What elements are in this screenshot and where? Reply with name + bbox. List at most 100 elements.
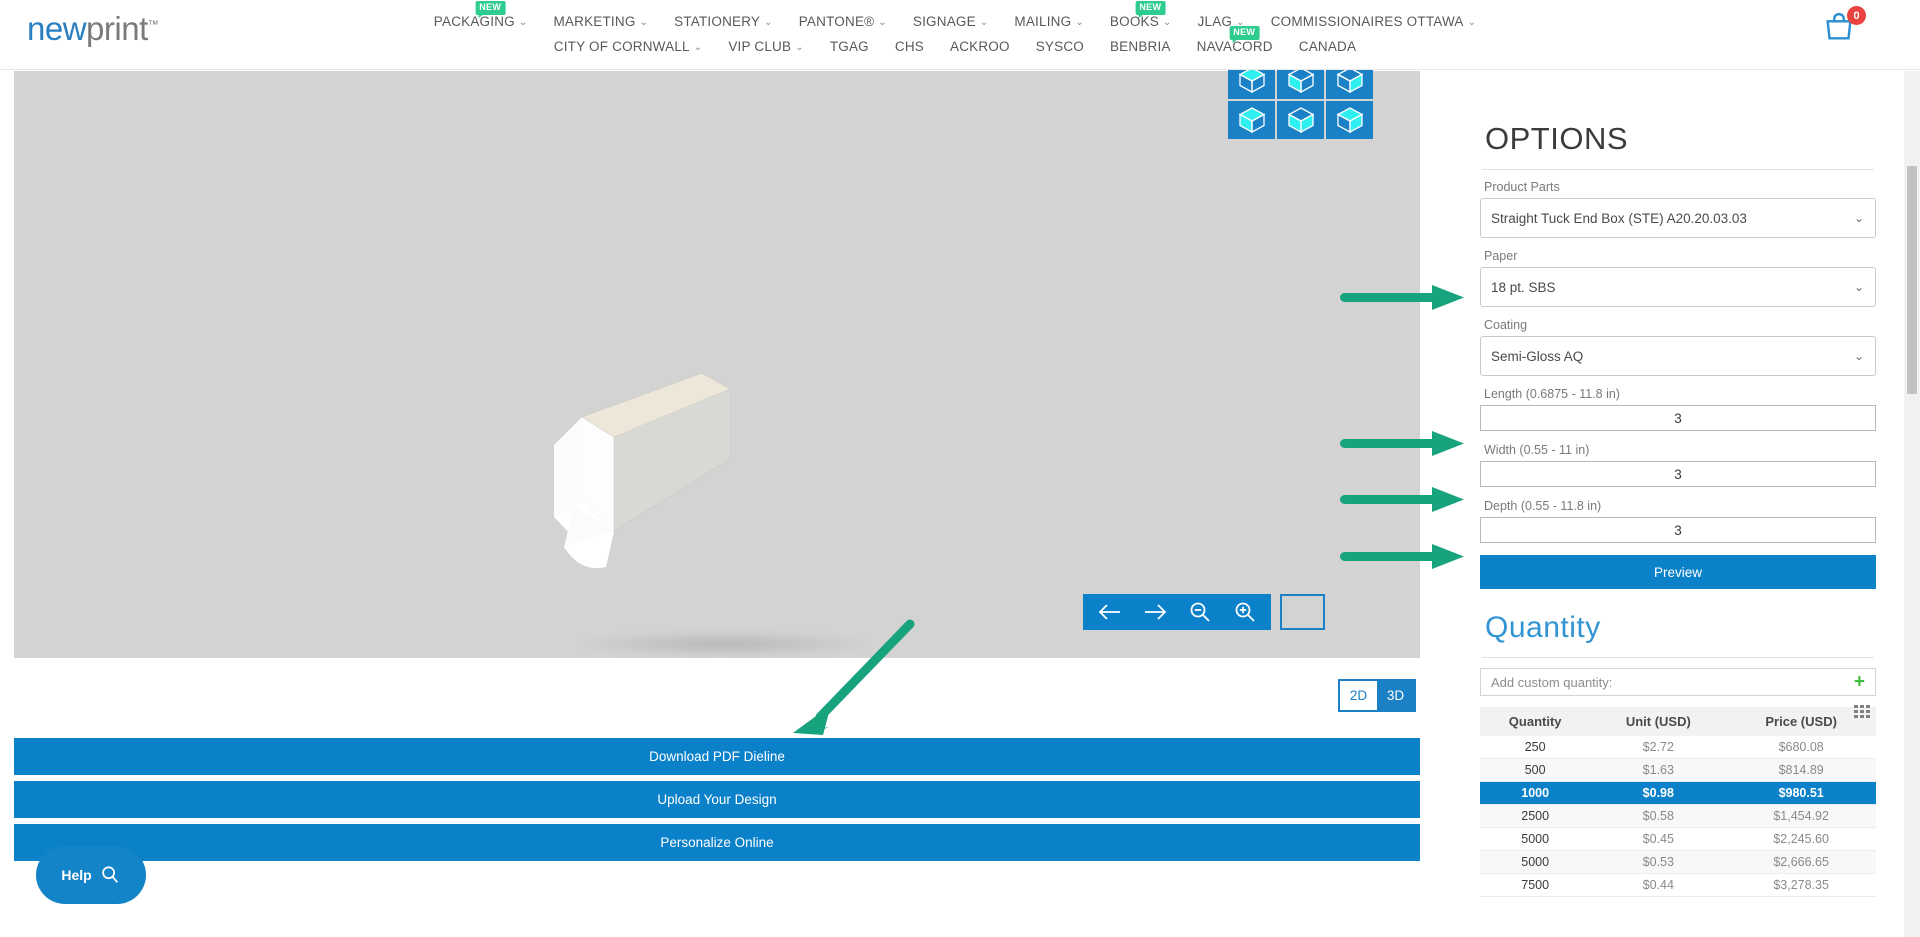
table-body: 250 $2.72 $680.08 500 $1.63 $814.89 1000 $0.98 $… [1480,736,1876,897]
cell-price: $3,278.35 [1726,873,1876,897]
nav-item-sysco[interactable]: SYSCO [1023,39,1097,54]
main-navigation: PACKAGING ⌄ NEW MARKETING ⌄ STATIONERY ⌄ PANTON… [430,0,1480,62]
chevron-down-icon: ⌄ [878,17,887,28]
select-product-parts[interactable]: Straight Tuck End Box (STE) A20.20.03.03… [1480,198,1876,238]
chevron-down-icon: ⌄ [979,17,989,28]
site-logo[interactable]: newprint™ [27,6,159,48]
select-value: Semi-Gloss AQ [1491,348,1584,364]
view-cube-bottom-center[interactable] [1277,101,1324,139]
nav-item-label: PACKAGING [433,14,515,29]
view-cube-bottom-left[interactable] [1228,101,1275,139]
nav-item-mailing[interactable]: MAILING ⌄ [1001,14,1097,29]
nav-item-books[interactable]: BOOKS ⌄ NEW [1097,1,1185,29]
upload-your-design-button[interactable]: Upload Your Design [14,781,1420,818]
zoom-in-button[interactable] [1222,594,1267,630]
input-length[interactable]: 3 [1480,405,1876,431]
page-scrollbar-thumb[interactable] [1907,166,1917,394]
nav-item-benbria[interactable]: BENBRIA [1097,39,1184,54]
custom-quantity-input[interactable]: Add custom quantity: + [1480,668,1876,696]
nav-item-chs[interactable]: CHS [882,39,937,54]
cell-qty: 1000 [1480,781,1591,805]
previous-view-button[interactable] [1087,594,1132,630]
column-header: Unit (USD) [1590,707,1727,736]
product-3d-viewer[interactable] [14,61,1420,658]
table-row[interactable]: 1000 $0.98 $980.51 [1480,781,1876,805]
zoom-out-icon [1190,602,1210,622]
nav-item-tgag[interactable]: TGAG [817,39,882,54]
select-paper[interactable]: 18 pt. SBS ⌄ [1480,267,1876,307]
chevron-down-icon: ⌄ [518,17,528,28]
nav-item-marketing[interactable]: MARKETING ⌄ [540,14,661,29]
logo-text-new: new [27,10,87,47]
viewer-toolbar-group [1083,594,1271,630]
nav-item-vip-club[interactable]: VIP CLUB ⌄ [715,39,816,54]
input-depth[interactable]: 3 [1480,517,1876,543]
nav-item-label: CANADA [1298,39,1357,54]
nav-item-label: CHS [894,39,924,54]
nav-item-stationery[interactable]: STATIONERY ⌄ [661,14,786,29]
nav-item-city-of-cornwall[interactable]: CITY OF CORNWALL ⌄ [541,39,716,54]
table-row[interactable]: 500 $1.63 $814.89 [1480,758,1876,782]
quantity-panel-title: Quantity [1485,611,1601,644]
cell-price: $680.08 [1726,736,1876,759]
nav-item-navacord[interactable]: NAVACORD NEW [1184,26,1286,54]
table-row[interactable]: 7500 $0.44 $3,278.35 [1480,873,1876,897]
fit-to-screen-button[interactable] [1280,594,1325,630]
table-row[interactable]: 250 $2.72 $680.08 [1480,736,1876,759]
chevron-down-icon: ⌄ [1467,17,1477,28]
nav-row-primary: PACKAGING ⌄ NEW MARKETING ⌄ STATIONERY ⌄ PANTON… [430,0,1480,32]
nav-item-canada[interactable]: CANADA [1286,39,1369,54]
options-panel: OPTIONS Product Parts Straight Tuck End B… [1468,71,1888,937]
table-row[interactable]: 5000 $0.45 $2,245.60 [1480,827,1876,851]
next-view-button[interactable] [1132,594,1177,630]
nav-item-ackroo[interactable]: ACKROO [937,39,1023,54]
toggle-3d-button[interactable]: 3D [1377,681,1414,710]
select-coating[interactable]: Semi-Gloss AQ ⌄ [1480,336,1876,376]
nav-row-secondary: CITY OF CORNWALL ⌄ VIP CLUB ⌄ TGAG CHS ACKROO S… [430,26,1480,62]
cell-price: $1,454.92 [1726,804,1876,828]
cell-qty: 7500 [1480,873,1591,897]
grid-view-icon[interactable] [1854,705,1870,718]
page-scrollbar-track[interactable] [1904,71,1920,937]
chevron-down-icon: ⌄ [764,17,773,28]
table-row[interactable]: 5000 $0.53 $2,666.65 [1480,850,1876,874]
cart-button[interactable]: 0 [1822,6,1866,48]
nav-item-signage[interactable]: SIGNAGE ⌄ [900,14,1002,29]
dimension-toggle: 2D 3D [1338,679,1416,712]
input-width[interactable]: 3 [1480,461,1876,487]
view-cube-bottom-right[interactable] [1326,101,1373,139]
nav-item-label: PANTONE® [798,14,875,29]
add-quantity-plus-icon[interactable]: + [1854,673,1865,692]
cell-unit: $0.98 [1590,781,1727,805]
field-label: Paper [1484,249,1518,263]
cell-price: $2,245.60 [1726,827,1876,851]
help-widget-label: Help [61,867,92,883]
cell-qty: 5000 [1480,850,1591,874]
nav-item-pantone[interactable]: PANTONE® ⌄ [786,14,900,29]
cell-unit: $2.72 [1590,736,1727,759]
cell-price: $814.89 [1726,758,1876,782]
nav-item-label: BENBRIA [1109,39,1171,54]
nav-item-packaging[interactable]: PACKAGING ⌄ NEW [421,1,541,29]
zoom-out-button[interactable] [1177,594,1222,630]
personalize-online-button[interactable]: Personalize Online [14,824,1420,861]
help-widget-button[interactable]: Help [36,846,146,904]
nav-item-label: VIP CLUB [728,39,792,54]
nav-item-label: MARKETING [553,14,636,29]
chevron-down-icon: ⌄ [1162,17,1172,28]
logo-trademark: ™ [147,19,159,31]
cell-qty: 2500 [1480,804,1591,828]
nav-item-commissionaires-ottawa[interactable]: COMMISSIONAIRES OTTAWA ⌄ [1258,14,1490,29]
zoom-in-icon [1235,602,1255,622]
table-row[interactable]: 2500 $0.58 $1,454.92 [1480,804,1876,828]
logo-text-print: print [86,10,148,47]
cell-qty: 500 [1480,758,1591,782]
dimension-label: Width (0.55 - 11 in) [1484,443,1590,457]
arrow-left-icon [1098,604,1120,620]
preview-button[interactable]: Preview [1480,555,1876,589]
cube-icon [1336,107,1363,134]
download-pdf-dieline-button[interactable]: Download PDF Dieline [14,738,1420,775]
toggle-2d-button[interactable]: 2D [1340,681,1377,710]
product-box-render [554,372,731,569]
dimension-label: Length (0.6875 - 11.8 in) [1484,387,1620,401]
